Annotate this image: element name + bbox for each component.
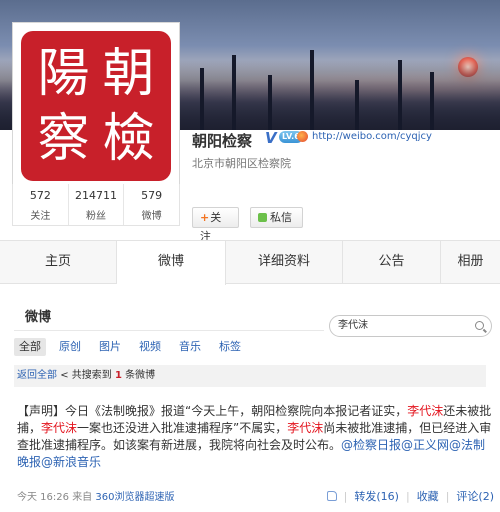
cover-tree — [232, 55, 236, 130]
cover-tree — [355, 80, 359, 130]
filter-original[interactable]: 原创 — [54, 338, 86, 356]
filter-images[interactable]: 图片 — [94, 338, 126, 356]
seal-char: 察 — [37, 108, 90, 169]
count-value: 572 — [29, 189, 51, 202]
weibo-icon — [297, 131, 308, 142]
separator: | — [445, 489, 450, 503]
tab-weibo[interactable]: 微博 — [117, 241, 226, 285]
post-source-link[interactable]: 360浏览器超速版 — [95, 492, 174, 503]
search-value: 李代沫 — [338, 320, 368, 331]
avatar[interactable]: 陽 朝 察 檢 — [12, 22, 180, 190]
search-icon[interactable] — [475, 321, 484, 330]
filter-all[interactable]: 全部 — [14, 338, 46, 356]
tab-albums[interactable]: 相册 — [441, 241, 500, 283]
cover-tree — [430, 72, 434, 130]
result-count: 1 — [114, 370, 122, 381]
filter-music[interactable]: 音乐 — [174, 338, 206, 356]
profile-counts: 572 关注 214711 粉丝 579 微博 — [12, 184, 180, 226]
like-icon[interactable] — [326, 491, 337, 501]
seal-char: 檢 — [102, 108, 155, 169]
comment-button[interactable]: 评论(2) — [456, 488, 494, 504]
posts-count[interactable]: 579 微博 — [124, 184, 179, 225]
post-text-segment: 一案也还没进入批准逮捕程序”不属实， — [77, 421, 288, 435]
verified-icon[interactable]: V — [265, 129, 277, 147]
seal-box: 陽 朝 察 檢 — [21, 31, 171, 181]
mention-link[interactable]: @新浪音乐 — [41, 455, 101, 469]
source-prefix: 来自 — [72, 492, 93, 503]
feed-search-input[interactable]: 李代沫 — [329, 315, 492, 337]
filter-tags[interactable]: 标签 — [214, 338, 246, 356]
result-suffix: 条微博 — [125, 370, 156, 381]
feed-title: 微博 — [25, 310, 52, 325]
profile-name: 朝阳检察 — [192, 132, 253, 150]
seal-char: 陽 — [37, 43, 90, 104]
count-value: 579 — [141, 189, 163, 202]
result-prefix: 共搜索到 — [71, 370, 112, 381]
separator: | — [405, 489, 410, 503]
divider — [14, 330, 324, 331]
count-label: 粉丝 — [86, 211, 106, 222]
seal-logo: 陽 朝 察 檢 — [17, 27, 175, 185]
tab-announcements[interactable]: 公告 — [343, 241, 441, 283]
feed-filters: 全部 原创 图片 视频 音乐 标签 — [14, 338, 254, 356]
count-label: 关注 — [30, 211, 51, 222]
keyword-highlight: 李代沫 — [41, 421, 78, 435]
chevron-left-icon: < — [60, 370, 72, 381]
following-count[interactable]: 572 关注 — [13, 184, 69, 225]
cover-tree — [310, 50, 314, 130]
back-to-all-link[interactable]: 返回全部 — [17, 370, 57, 381]
seal-char: 朝 — [102, 43, 155, 104]
post-actions: | 转发(16) | 收藏 | 评论(2) — [326, 488, 494, 504]
mention-link[interactable]: @检察日报 — [341, 438, 401, 452]
message-icon — [258, 213, 267, 222]
profile-tabs: 主页 微博 详细资料 公告 相册 — [0, 240, 500, 285]
message-label: 私信 — [270, 211, 292, 224]
separator: | — [343, 489, 348, 503]
cover-tree — [398, 60, 402, 130]
mention-link[interactable]: @正义网 — [401, 438, 449, 452]
forward-button[interactable]: 转发(16) — [354, 488, 399, 504]
profile-location: 北京市朝阳区检察院 — [192, 157, 291, 170]
follow-button[interactable]: +关注 — [192, 207, 239, 243]
post-text-segment: 【声明】今日《法制晚报》报道“今天上午，朝阳检察院向本报记者证实， — [17, 404, 408, 418]
tab-home[interactable]: 主页 — [0, 241, 117, 283]
post-time[interactable]: 今天 16:26 — [17, 492, 69, 503]
post-content: 【声明】今日《法制晚报》报道“今天上午，朝阳检察院向本报记者证实，李代沫还未被批… — [17, 403, 495, 471]
followers-count[interactable]: 214711 粉丝 — [69, 184, 125, 225]
profile-url-link[interactable]: http://weibo.com/cyqjcy — [312, 131, 432, 142]
keyword-highlight: 李代沫 — [287, 421, 324, 435]
message-button[interactable]: 私信 — [250, 207, 303, 228]
cover-tree — [268, 75, 272, 130]
count-label: 微博 — [141, 211, 162, 222]
count-value: 214711 — [75, 189, 117, 202]
keyword-highlight: 李代沫 — [407, 404, 444, 418]
filter-videos[interactable]: 视频 — [134, 338, 166, 356]
cover-tree — [200, 68, 204, 130]
tab-details[interactable]: 详细资料 — [226, 241, 343, 283]
plus-icon: + — [200, 211, 210, 224]
post-meta: 今天 16:26 来自 360浏览器超速版 — [17, 488, 174, 503]
search-result-bar: 返回全部 < 共搜索到 1 条微博 — [14, 365, 486, 387]
favorite-button[interactable]: 收藏 — [417, 488, 439, 504]
